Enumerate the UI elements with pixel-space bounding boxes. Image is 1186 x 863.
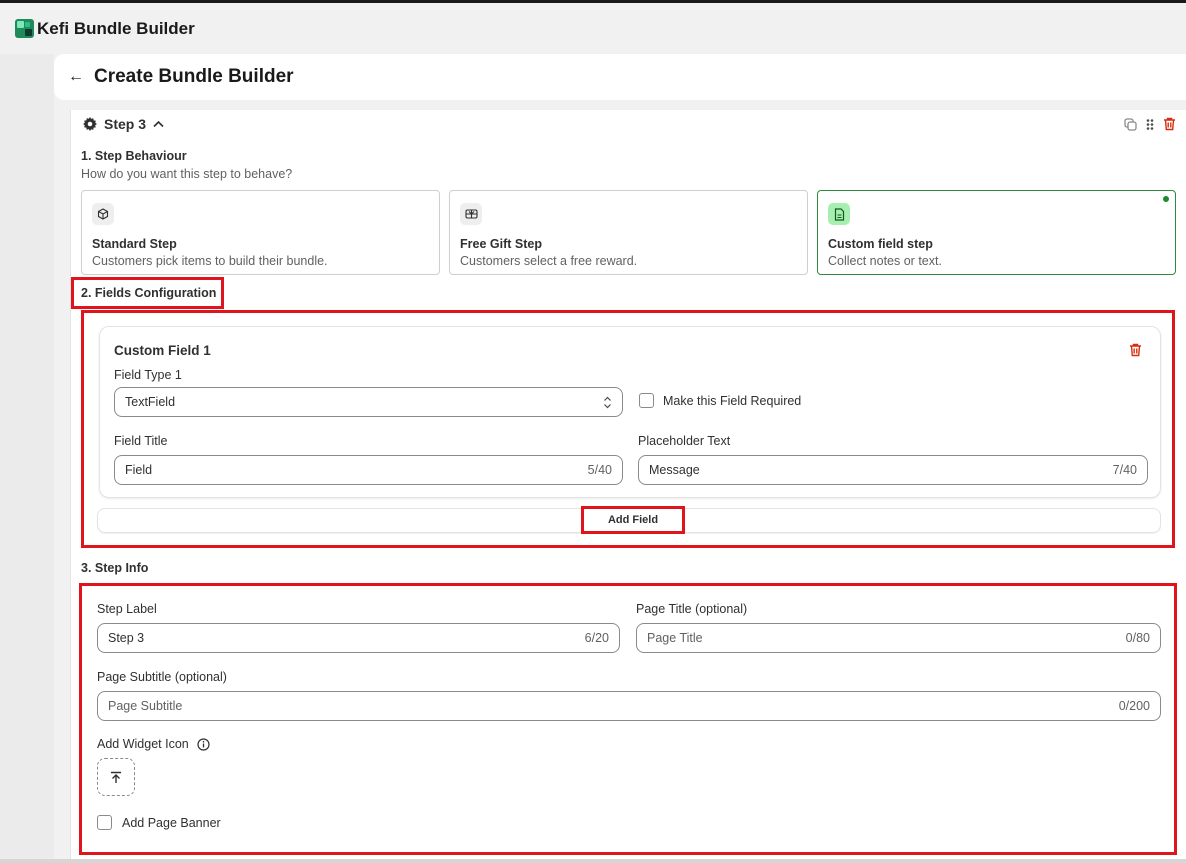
field-title-value: Field	[125, 463, 153, 477]
arrow-left-icon[interactable]: ←	[68, 68, 84, 86]
document-icon	[828, 203, 850, 225]
app-title: Kefi Bundle Builder	[37, 18, 195, 38]
page-subtitle-input[interactable]: Page Subtitle 0/200	[97, 691, 1161, 721]
required-checkbox-row[interactable]: Make this Field Required	[639, 393, 801, 408]
main-content: Step 3 1. Step Behaviour How do you want…	[54, 100, 1186, 863]
behaviour-option-standard[interactable]: Standard Step Customers pick items to bu…	[81, 190, 440, 275]
char-counter: 0/200	[1118, 699, 1150, 713]
select-chevron-icon	[604, 396, 611, 408]
gear-icon	[83, 117, 97, 131]
gift-icon	[460, 203, 482, 225]
char-counter: 5/40	[587, 463, 612, 477]
step-card: Step 3 1. Step Behaviour How do you want…	[70, 110, 1186, 863]
behaviour-option-desc: Collect notes or text.	[828, 254, 942, 268]
drag-handle-icon[interactable]	[1145, 118, 1155, 131]
field-type-value: TextField	[125, 395, 176, 409]
add-field-button[interactable]: Add Field	[581, 506, 685, 534]
upload-icon	[111, 771, 121, 783]
custom-field-title: Custom Field 1	[114, 343, 211, 358]
chevron-up-icon	[153, 120, 164, 128]
behaviour-option-free-gift[interactable]: Free Gift Step Customers select a free r…	[449, 190, 808, 275]
app-bar: Kefi Bundle Builder	[0, 3, 1186, 54]
behaviour-option-desc: Customers select a free reward.	[460, 254, 638, 268]
behaviour-option-title: Standard Step	[92, 237, 177, 251]
info-icon[interactable]	[197, 737, 210, 751]
fields-section-title: 2. Fields Configuration	[81, 286, 217, 300]
placeholder-text-label: Placeholder Text	[638, 434, 731, 448]
selected-indicator	[1163, 196, 1169, 202]
behaviour-option-custom-field[interactable]: Custom field step Collect notes or text.	[817, 190, 1176, 275]
page-banner-checkbox-row[interactable]: Add Page Banner	[97, 815, 221, 830]
behaviour-section-subtitle: How do you want this step to behave?	[81, 167, 293, 181]
char-counter: 0/80	[1125, 631, 1150, 645]
placeholder-text-value: Message	[649, 463, 700, 477]
behaviour-option-desc: Customers pick items to build their bund…	[92, 254, 328, 268]
delete-icon[interactable]	[1129, 343, 1142, 357]
field-title-label: Field Title	[114, 434, 168, 448]
page-title-label: Page Title (optional)	[636, 602, 748, 616]
step-label-value: Step 3	[108, 631, 145, 645]
widget-icon-upload[interactable]	[97, 758, 135, 796]
page-banner-checkbox[interactable]	[97, 815, 112, 830]
page-title-placeholder: Page Title	[647, 631, 703, 645]
page-title-input[interactable]: Page Title 0/80	[636, 623, 1161, 653]
duplicate-icon[interactable]	[1124, 117, 1137, 131]
char-counter: 6/20	[584, 631, 609, 645]
placeholder-text-input[interactable]: Message 7/40	[638, 455, 1148, 485]
cube-icon	[92, 203, 114, 225]
page-subtitle-label: Page Subtitle (optional)	[97, 670, 227, 684]
required-checkbox-label: Make this Field Required	[663, 393, 802, 408]
page-banner-label: Add Page Banner	[122, 815, 221, 830]
step-label-label: Step Label	[97, 602, 157, 616]
step-info-section-title: 3. Step Info	[81, 561, 149, 575]
page-header: ← Create Bundle Builder	[54, 54, 1186, 100]
custom-field-card: Custom Field 1 Field Type 1 TextField Ma…	[99, 326, 1161, 498]
field-type-select[interactable]: TextField	[114, 387, 623, 417]
bottom-scroll-edge	[0, 859, 1186, 863]
behaviour-option-title: Custom field step	[828, 237, 933, 251]
page-title: Create Bundle Builder	[94, 66, 294, 87]
field-title-input[interactable]: Field 5/40	[114, 455, 623, 485]
step-label: Step 3	[104, 116, 147, 132]
page-subtitle-placeholder: Page Subtitle	[108, 699, 183, 713]
app-logo-icon	[15, 19, 34, 38]
char-counter: 7/40	[1112, 463, 1137, 477]
widget-icon-label: Add Widget Icon	[97, 737, 189, 751]
field-type-label: Field Type 1	[114, 368, 182, 382]
behaviour-option-title: Free Gift Step	[460, 237, 542, 251]
delete-icon[interactable]	[1163, 117, 1176, 131]
widget-icon-heading: Add Widget Icon	[97, 737, 210, 751]
step-header-toggle[interactable]: Step 3	[83, 116, 164, 132]
step-label-input[interactable]: Step 3 6/20	[97, 623, 620, 653]
step-actions	[1124, 117, 1176, 131]
behaviour-section-title: 1. Step Behaviour	[81, 149, 187, 163]
left-gutter	[0, 54, 54, 863]
required-checkbox[interactable]	[639, 393, 654, 408]
